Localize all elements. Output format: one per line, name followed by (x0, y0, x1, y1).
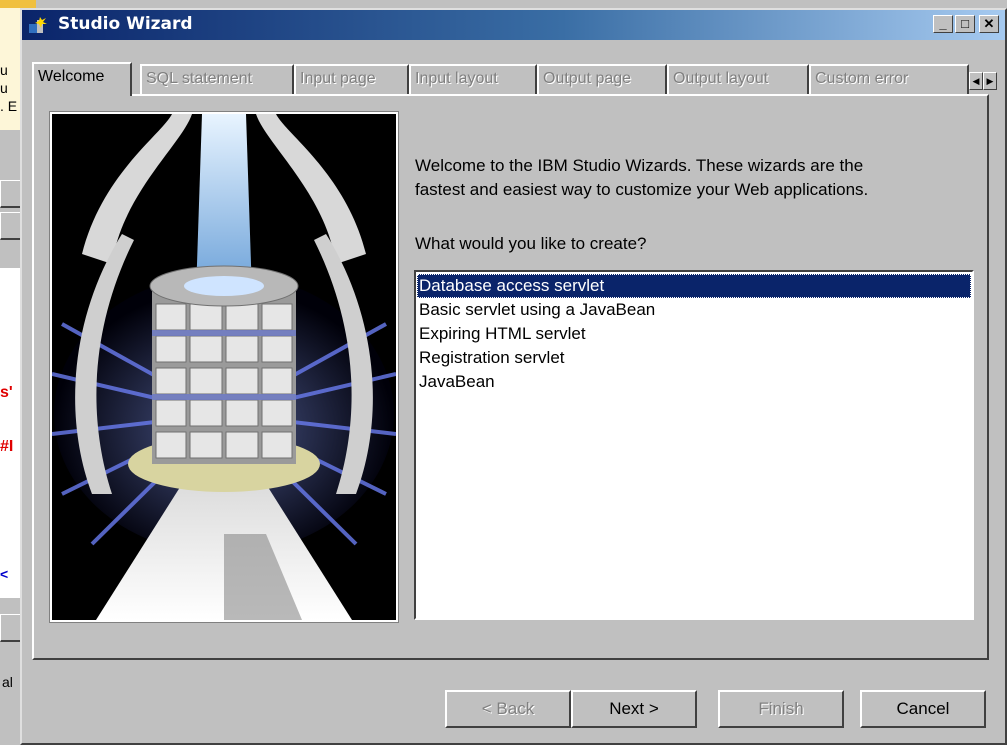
background-text: . E (0, 98, 18, 114)
wizard-tabs: Welcome SQL statement Input page Input l… (32, 62, 997, 96)
list-item-basic-servlet-javabean[interactable]: Basic servlet using a JavaBean (417, 298, 971, 322)
title-bar[interactable]: Studio Wizard _ □ ✕ (22, 10, 1005, 40)
background-link[interactable]: < (0, 566, 8, 582)
tab-custom-error[interactable]: Custom error (809, 64, 969, 94)
list-item-registration-servlet[interactable]: Registration servlet (417, 346, 971, 370)
tab-scroll-left-button[interactable]: ◀ (969, 72, 983, 90)
wizard-app-icon (29, 17, 47, 33)
close-button[interactable]: ✕ (979, 15, 999, 33)
back-button[interactable]: < Back (445, 690, 571, 728)
maximize-button[interactable]: □ (955, 15, 975, 33)
arrow-right-icon: ▶ (986, 76, 994, 86)
background-titlebar (0, 0, 36, 8)
list-item-javabean[interactable]: JavaBean (417, 370, 971, 394)
tab-input-layout[interactable]: Input layout (409, 64, 537, 94)
studio-wizard-window: Studio Wizard _ □ ✕ Welcome SQL statemen… (20, 8, 1007, 745)
background-text: #I (0, 438, 14, 455)
welcome-line-1: Welcome to the IBM Studio Wizards. These… (415, 156, 864, 175)
welcome-panel: Welcome to the IBM Studio Wizards. These… (32, 94, 989, 660)
minimize-button[interactable]: _ (933, 15, 953, 33)
finish-button[interactable]: Finish (718, 690, 844, 728)
tab-scroll-controls: ◀ ▶ (969, 72, 997, 90)
background-text: al (2, 674, 13, 690)
maximize-icon: □ (961, 16, 969, 31)
tab-output-page[interactable]: Output page (537, 64, 667, 94)
window-title: Studio Wizard (58, 14, 193, 34)
welcome-line-2: fastest and easiest way to customize you… (415, 180, 869, 199)
background-text: u (0, 62, 8, 78)
arrow-left-icon: ◀ (972, 76, 980, 86)
tab-welcome[interactable]: Welcome (32, 62, 132, 96)
create-prompt: What would you like to create? (415, 234, 647, 253)
cancel-button[interactable]: Cancel (860, 690, 986, 728)
tab-sql-statement[interactable]: SQL statement (140, 64, 294, 94)
close-icon: ✕ (983, 16, 995, 31)
wizard-type-list[interactable]: Database access servlet Basic servlet us… (414, 270, 974, 620)
welcome-message: Welcome to the IBM Studio Wizards. These… (415, 154, 985, 202)
tab-scroll-right-button[interactable]: ▶ (983, 72, 997, 90)
background-text: s' (0, 384, 13, 401)
tab-output-layout[interactable]: Output layout (667, 64, 809, 94)
list-item-expiring-html-servlet[interactable]: Expiring HTML servlet (417, 322, 971, 346)
background-text: u (0, 80, 8, 96)
tab-input-page[interactable]: Input page (294, 64, 409, 94)
next-button[interactable]: Next > (571, 690, 697, 728)
minimize-icon: _ (939, 16, 947, 31)
wizard-illustration (49, 111, 399, 623)
list-item-database-access-servlet[interactable]: Database access servlet (417, 274, 971, 298)
